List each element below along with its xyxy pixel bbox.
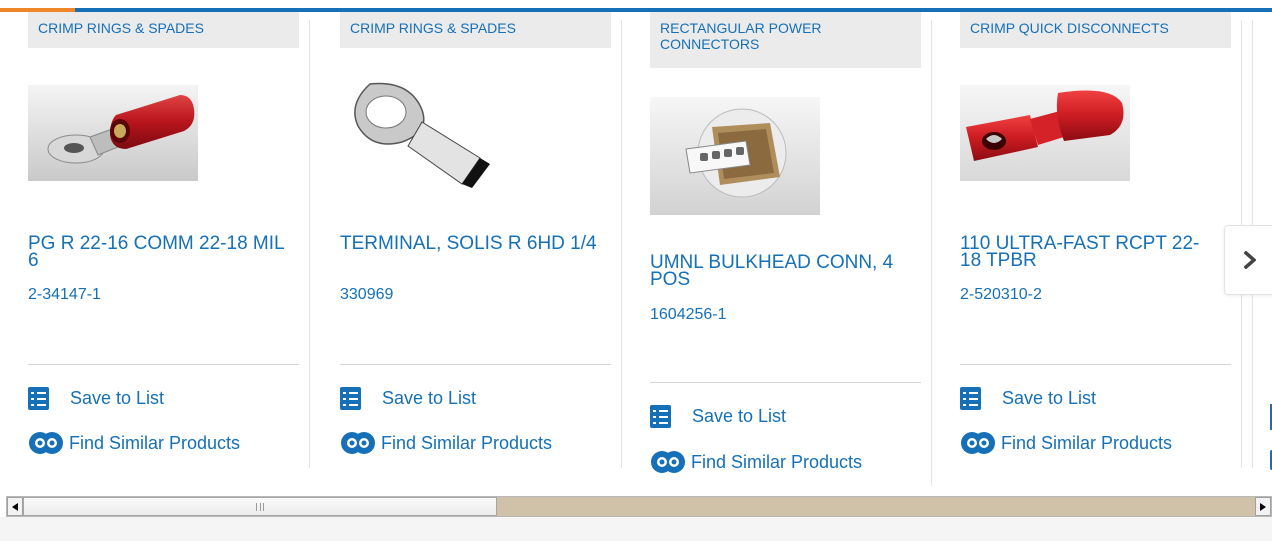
product-category[interactable]: CRIMP RINGS & SPADES (28, 12, 299, 48)
chevron-right-icon (1244, 251, 1256, 269)
part-number[interactable]: 1604256-1 (650, 306, 727, 324)
scroll-right-button[interactable] (1255, 497, 1271, 516)
gear-search-icon (651, 451, 685, 473)
product-image[interactable] (960, 85, 1130, 186)
scroll-left-button[interactable] (7, 497, 23, 516)
checklist-icon (340, 387, 361, 410)
find-similar-button[interactable]: Find Similar Products (650, 450, 862, 474)
save-to-list-label: Save to List (382, 388, 477, 408)
save-to-list-label: Save to List (70, 388, 165, 408)
gear-search-icon (29, 432, 63, 454)
product-title[interactable]: PG R 22-16 COMM 22-18 MIL 6 (28, 234, 288, 270)
find-similar-button[interactable]: Find Similar Products (28, 431, 240, 455)
checklist-icon (960, 387, 981, 410)
product-card: CRIMP QUICK DISCONNECTS 110 ULTRA-FAST R… (932, 12, 1242, 492)
card-separator (650, 382, 921, 383)
save-to-list-label: Save to List (1002, 388, 1097, 408)
product-image[interactable] (28, 85, 198, 186)
find-similar-label: Find Similar Products (69, 432, 241, 453)
save-to-list-label: Save to List (692, 406, 787, 426)
save-to-list-button[interactable]: Save to List (960, 387, 1096, 410)
save-to-list-button[interactable]: Save to List (650, 405, 786, 428)
product-category[interactable]: RECTANGULAR POWER CONNECTORS (650, 12, 921, 68)
checklist-icon (28, 387, 49, 410)
card-separator (28, 364, 299, 365)
product-carousel: CRIMP RINGS & SPADES PG R 22-16 COMM 22-… (0, 12, 1272, 492)
gear-search-icon (341, 432, 375, 454)
carousel-next-button[interactable] (1224, 225, 1272, 295)
find-similar-label: Find Similar Products (1001, 432, 1173, 453)
triangle-right-icon (1260, 502, 1266, 511)
product-category[interactable]: CRIMP QUICK DISCONNECTS (960, 12, 1231, 48)
triangle-left-icon (12, 502, 18, 511)
save-to-list-button[interactable]: Save to List (340, 387, 476, 410)
card-separator (960, 364, 1231, 365)
find-similar-label: Find Similar Products (381, 432, 553, 453)
checklist-icon (650, 405, 671, 428)
product-card: CRIMP RINGS & SPADES PG R 22-16 COMM 22-… (0, 12, 310, 492)
product-category[interactable]: CRIMP RINGS & SPADES (340, 12, 611, 48)
card-divider (309, 20, 310, 468)
product-card: CRIMP RINGS & SPADES TERMINAL, SOLIS R 6… (312, 12, 622, 492)
scrollbar-track[interactable] (497, 497, 1255, 516)
find-similar-button[interactable]: Find Similar Products (960, 431, 1172, 455)
product-title[interactable]: 110 ULTRA-FAST RCPT 22-18 TPBR (960, 234, 1220, 270)
find-similar-button[interactable]: Find Similar Products (340, 431, 552, 455)
part-number[interactable]: 330969 (340, 286, 393, 304)
horizontal-scrollbar[interactable] (6, 496, 1272, 517)
save-to-list-button[interactable]: Save to List (28, 387, 164, 410)
product-image[interactable] (650, 97, 820, 220)
find-similar-label: Find Similar Products (691, 451, 863, 472)
part-number[interactable]: 2-34147-1 (28, 286, 101, 304)
product-title[interactable]: TERMINAL, SOLIS R 6HD 1/4 (340, 234, 600, 253)
gear-search-icon (961, 432, 995, 454)
product-card: RECTANGULAR POWER CONNECTORS UMNL BULKHE… (622, 12, 932, 492)
page-footer-area (0, 517, 1272, 541)
card-separator (340, 364, 611, 365)
product-title[interactable]: UMNL BULKHEAD CONN, 4 POS (650, 253, 910, 289)
product-image[interactable] (340, 80, 510, 205)
part-number[interactable]: 2-520310-2 (960, 286, 1042, 304)
grip-icon (256, 503, 264, 511)
scrollbar-thumb[interactable] (23, 497, 497, 516)
